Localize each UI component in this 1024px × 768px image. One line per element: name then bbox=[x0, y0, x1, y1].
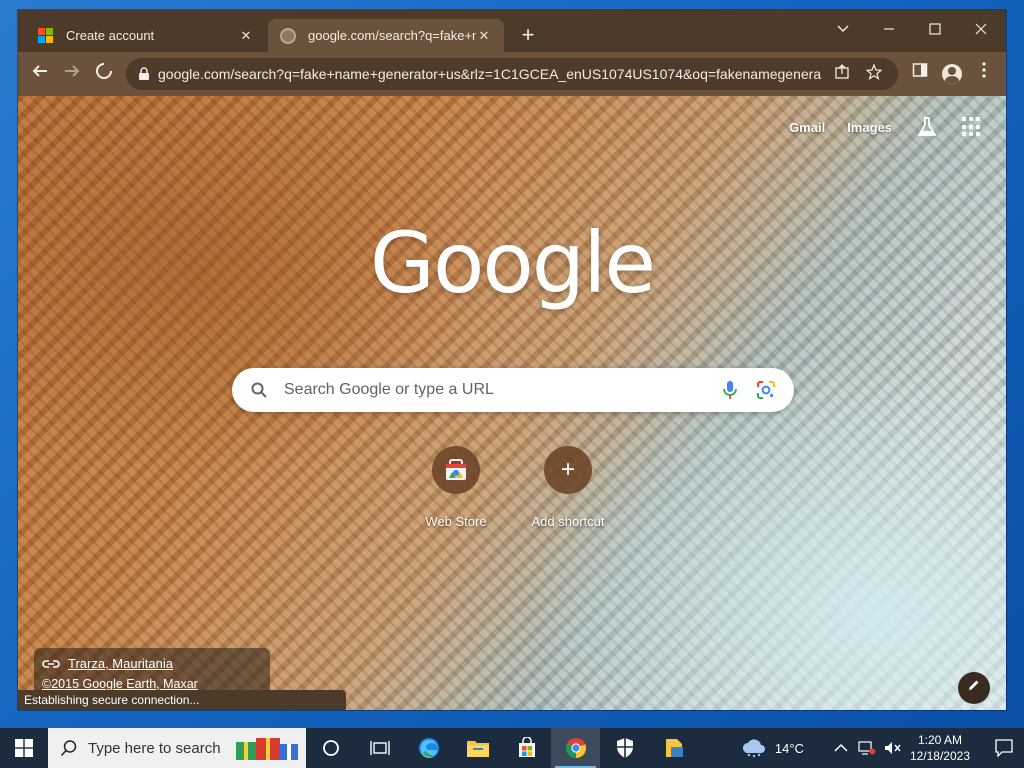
clock[interactable]: 1:20 AM 12/18/2023 bbox=[910, 732, 970, 764]
cortana-circle-icon bbox=[322, 740, 339, 756]
chrome-taskbar-button[interactable] bbox=[551, 728, 600, 768]
pencil-icon bbox=[969, 680, 979, 690]
chrome-web-store-icon bbox=[432, 446, 480, 494]
google-lens-icon[interactable] bbox=[756, 380, 776, 400]
link-icon bbox=[42, 659, 60, 668]
search-placeholder[interactable]: Search Google or type a URL bbox=[284, 381, 720, 399]
side-panel-icon bbox=[912, 63, 928, 77]
system-tray: 14°C 1:20 AM 12/18/2023 bbox=[739, 728, 1024, 768]
chrome-menu-button[interactable] bbox=[970, 60, 998, 88]
file-manager-taskbar-button[interactable] bbox=[649, 728, 698, 768]
weather-cloud-icon[interactable] bbox=[739, 737, 767, 759]
top-links: Gmail Images bbox=[767, 116, 982, 138]
bookmark-star-icon[interactable] bbox=[862, 63, 886, 84]
labs-flask-icon[interactable] bbox=[916, 116, 938, 138]
address-bar[interactable]: google.com/search?q=fake+name+generator+… bbox=[126, 58, 898, 90]
search-box[interactable]: Search Google or type a URL bbox=[232, 368, 794, 412]
search-icon bbox=[251, 382, 267, 398]
minimize-button[interactable] bbox=[866, 16, 912, 46]
clock-date: 12/18/2023 bbox=[909, 749, 970, 763]
folder-icon bbox=[466, 741, 489, 757]
microsoft-store-taskbar-button[interactable] bbox=[502, 728, 551, 768]
shortcut-web-store[interactable]: Web Store bbox=[400, 446, 512, 529]
forward-arrow-icon bbox=[65, 65, 80, 77]
maximize-button[interactable] bbox=[912, 16, 958, 46]
task-view-button[interactable] bbox=[355, 728, 404, 768]
gift-boxes-icon bbox=[236, 738, 298, 760]
loading-spinner-icon bbox=[96, 63, 112, 79]
back-arrow-icon bbox=[32, 65, 47, 77]
notifications-button[interactable] bbox=[984, 728, 1024, 768]
browser-toolbar: google.com/search?q=fake+name+generator+… bbox=[18, 52, 1006, 96]
windows-logo-icon bbox=[15, 739, 33, 757]
microphone-icon[interactable] bbox=[720, 379, 740, 401]
back-button[interactable] bbox=[26, 60, 54, 88]
chevron-up-icon[interactable] bbox=[834, 743, 848, 753]
lock-icon[interactable] bbox=[138, 67, 150, 81]
edge-icon bbox=[418, 738, 439, 758]
start-button[interactable] bbox=[0, 728, 48, 768]
weather-temperature[interactable]: 14°C bbox=[775, 741, 804, 756]
new-tab-page: Gmail Images Google Search Google or typ… bbox=[18, 96, 1006, 710]
task-view-cortana-button[interactable] bbox=[306, 728, 355, 768]
close-window-button[interactable] bbox=[958, 16, 1004, 46]
tab-title: Create account bbox=[66, 28, 155, 43]
clock-time: 1:20 AM bbox=[917, 733, 962, 747]
store-bag-icon bbox=[518, 737, 535, 757]
microsoft-logo-icon bbox=[38, 27, 54, 44]
search-icon bbox=[60, 740, 77, 757]
shortcut-label: Web Store bbox=[425, 514, 487, 529]
tab-create-account[interactable]: Create account ✕ bbox=[26, 19, 266, 52]
browser-window: Create account ✕ google.com/search?q=fak… bbox=[18, 10, 1006, 710]
google-apps-icon[interactable] bbox=[962, 117, 982, 137]
windows-security-taskbar-button[interactable] bbox=[600, 728, 649, 768]
chrome-icon bbox=[565, 738, 586, 759]
images-link[interactable]: Images bbox=[847, 120, 892, 135]
url-text[interactable]: google.com/search?q=fake+name+generator+… bbox=[158, 66, 822, 82]
file-explorer-taskbar-button[interactable] bbox=[453, 728, 502, 768]
task-view-icon bbox=[369, 741, 390, 755]
status-bubble: Establishing secure connection... bbox=[18, 690, 346, 710]
gmail-link[interactable]: Gmail bbox=[789, 120, 825, 135]
notification-icon bbox=[995, 739, 1013, 757]
globe-icon bbox=[280, 27, 296, 44]
tab-google-search[interactable]: google.com/search?q=fake+name ✕ bbox=[268, 19, 504, 52]
side-panel-button[interactable] bbox=[906, 60, 934, 88]
customize-button[interactable] bbox=[958, 672, 990, 704]
tab-title: google.com/search?q=fake+name bbox=[308, 28, 476, 43]
share-icon[interactable] bbox=[830, 64, 854, 84]
edge-taskbar-button[interactable] bbox=[404, 728, 453, 768]
network-icon[interactable] bbox=[858, 741, 876, 755]
close-tab-icon[interactable]: ✕ bbox=[476, 28, 492, 44]
shortcut-add[interactable]: + Add shortcut bbox=[512, 446, 624, 529]
taskbar-search[interactable]: Type here to search bbox=[48, 728, 306, 768]
close-tab-icon[interactable]: ✕ bbox=[238, 28, 254, 44]
document-folder-icon bbox=[665, 739, 683, 757]
profile-button[interactable] bbox=[938, 60, 966, 88]
new-tab-button[interactable]: + bbox=[516, 24, 540, 48]
windows-taskbar: Type here to search 14°C 1:20 AM 12/18/2… bbox=[0, 728, 1024, 768]
avatar bbox=[942, 64, 962, 84]
shortcut-label: Add shortcut bbox=[531, 514, 605, 529]
background-location-link[interactable]: Trarza, Mauritania bbox=[68, 656, 173, 671]
shield-icon bbox=[616, 738, 633, 758]
three-dots-vertical-icon bbox=[982, 62, 986, 78]
stop-loading-button[interactable] bbox=[90, 60, 118, 88]
tab-search-chevron-icon[interactable] bbox=[820, 16, 866, 46]
forward-button[interactable] bbox=[58, 60, 86, 88]
google-logo: Google bbox=[369, 214, 656, 312]
taskbar-search-placeholder[interactable]: Type here to search bbox=[88, 740, 221, 757]
tab-strip: Create account ✕ google.com/search?q=fak… bbox=[18, 10, 1006, 52]
speaker-muted-icon[interactable] bbox=[884, 741, 902, 755]
plus-icon: + bbox=[544, 446, 592, 494]
